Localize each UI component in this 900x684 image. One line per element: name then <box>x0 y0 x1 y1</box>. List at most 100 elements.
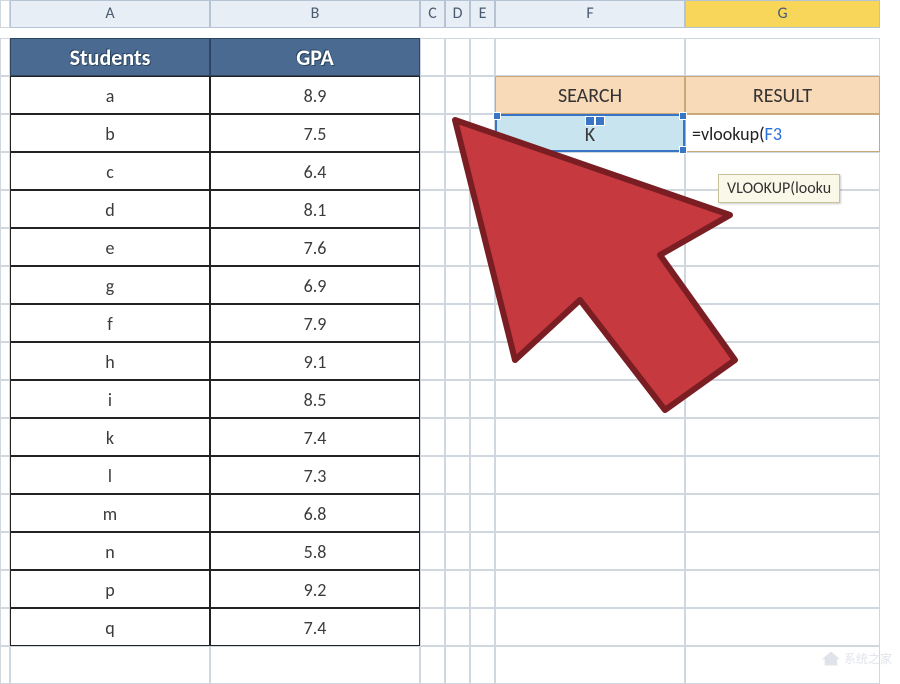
empty-cell[interactable] <box>495 342 685 380</box>
empty-cell[interactable] <box>420 608 445 646</box>
empty-cell[interactable] <box>445 342 470 380</box>
empty-cell[interactable] <box>445 266 470 304</box>
empty-cell[interactable] <box>445 190 470 228</box>
empty-cell[interactable] <box>470 266 495 304</box>
empty-cell[interactable] <box>495 646 685 684</box>
empty-cell[interactable] <box>420 418 445 456</box>
empty-cell[interactable] <box>445 646 470 684</box>
empty-cell[interactable] <box>685 570 880 608</box>
col-header-b[interactable]: B <box>210 0 420 28</box>
empty-cell[interactable] <box>445 38 470 76</box>
empty-cell[interactable] <box>495 304 685 342</box>
empty-cell[interactable] <box>495 494 685 532</box>
col-header-f[interactable]: F <box>495 0 685 28</box>
empty-cell[interactable] <box>420 76 445 114</box>
formula-cell[interactable]: =vlookup(F3 <box>685 114 880 152</box>
empty-cell[interactable] <box>445 418 470 456</box>
empty-cell[interactable] <box>495 418 685 456</box>
col-header-e[interactable]: E <box>470 0 495 28</box>
gpa-cell[interactable]: 8.5 <box>210 380 420 418</box>
student-cell[interactable]: q <box>10 608 210 646</box>
student-cell[interactable]: p <box>10 570 210 608</box>
empty-cell[interactable] <box>685 228 880 266</box>
empty-cell[interactable] <box>495 608 685 646</box>
empty-cell[interactable] <box>685 608 880 646</box>
empty-cell[interactable] <box>470 532 495 570</box>
gpa-cell[interactable]: 8.9 <box>210 76 420 114</box>
gpa-cell[interactable]: 7.5 <box>210 114 420 152</box>
student-cell[interactable]: a <box>10 76 210 114</box>
empty-cell[interactable] <box>445 304 470 342</box>
gpa-cell[interactable]: 7.4 <box>210 418 420 456</box>
result-label-cell[interactable]: RESULT <box>685 76 880 114</box>
empty-cell[interactable] <box>495 38 685 76</box>
empty-cell[interactable] <box>10 646 210 684</box>
student-cell[interactable]: e <box>10 228 210 266</box>
empty-cell[interactable] <box>470 304 495 342</box>
empty-cell[interactable] <box>470 418 495 456</box>
empty-cell[interactable] <box>420 190 445 228</box>
gpa-cell[interactable]: 9.1 <box>210 342 420 380</box>
table-header-students[interactable]: Students <box>10 38 210 76</box>
empty-cell[interactable] <box>470 114 495 152</box>
spreadsheet-grid[interactable]: A B C D E F G StudentsGPAa8.9SEARCHRESUL… <box>0 0 900 684</box>
empty-cell[interactable] <box>445 456 470 494</box>
empty-cell[interactable] <box>685 494 880 532</box>
col-header-d[interactable]: D <box>445 0 470 28</box>
student-cell[interactable]: m <box>10 494 210 532</box>
empty-cell[interactable] <box>685 38 880 76</box>
student-cell[interactable]: n <box>10 532 210 570</box>
empty-cell[interactable] <box>210 646 420 684</box>
empty-cell[interactable] <box>685 380 880 418</box>
student-cell[interactable]: d <box>10 190 210 228</box>
col-header-a[interactable]: A <box>10 0 210 28</box>
empty-cell[interactable] <box>445 380 470 418</box>
gpa-cell[interactable]: 7.4 <box>210 608 420 646</box>
student-cell[interactable]: f <box>10 304 210 342</box>
student-cell[interactable]: k <box>10 418 210 456</box>
empty-cell[interactable] <box>470 342 495 380</box>
empty-cell[interactable] <box>495 570 685 608</box>
empty-cell[interactable] <box>495 456 685 494</box>
empty-cell[interactable] <box>685 532 880 570</box>
empty-cell[interactable] <box>470 38 495 76</box>
empty-cell[interactable] <box>685 304 880 342</box>
empty-cell[interactable] <box>445 570 470 608</box>
gpa-cell[interactable]: 9.2 <box>210 570 420 608</box>
gpa-cell[interactable]: 6.8 <box>210 494 420 532</box>
empty-cell[interactable] <box>685 418 880 456</box>
empty-cell[interactable] <box>420 304 445 342</box>
empty-cell[interactable] <box>495 190 685 228</box>
gpa-cell[interactable]: 7.3 <box>210 456 420 494</box>
gpa-cell[interactable]: 8.1 <box>210 190 420 228</box>
empty-cell[interactable] <box>470 380 495 418</box>
empty-cell[interactable] <box>445 494 470 532</box>
empty-cell[interactable] <box>685 342 880 380</box>
empty-cell[interactable] <box>420 152 445 190</box>
student-cell[interactable]: l <box>10 456 210 494</box>
col-header-g[interactable]: G <box>685 0 880 28</box>
empty-cell[interactable] <box>470 608 495 646</box>
empty-cell[interactable] <box>470 494 495 532</box>
student-cell[interactable]: i <box>10 380 210 418</box>
search-value-cell[interactable]: K <box>495 114 685 152</box>
empty-cell[interactable] <box>495 228 685 266</box>
empty-cell[interactable] <box>445 228 470 266</box>
empty-cell[interactable] <box>445 76 470 114</box>
col-header-c[interactable]: C <box>420 0 445 28</box>
empty-cell[interactable] <box>685 456 880 494</box>
gpa-cell[interactable]: 7.9 <box>210 304 420 342</box>
student-cell[interactable]: g <box>10 266 210 304</box>
empty-cell[interactable] <box>470 76 495 114</box>
empty-cell[interactable] <box>420 532 445 570</box>
student-cell[interactable]: c <box>10 152 210 190</box>
empty-cell[interactable] <box>470 190 495 228</box>
empty-cell[interactable] <box>445 608 470 646</box>
empty-cell[interactable] <box>470 570 495 608</box>
search-label-cell[interactable]: SEARCH <box>495 76 685 114</box>
empty-cell[interactable] <box>420 38 445 76</box>
empty-cell[interactable] <box>420 380 445 418</box>
empty-cell[interactable] <box>420 570 445 608</box>
empty-cell[interactable] <box>470 152 495 190</box>
empty-cell[interactable] <box>470 228 495 266</box>
